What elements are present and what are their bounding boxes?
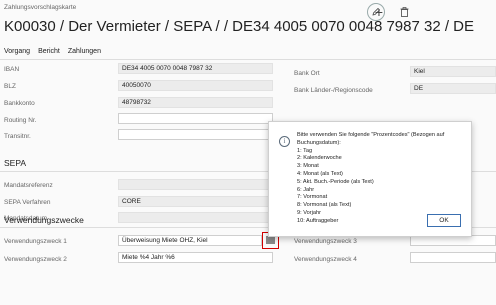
zweck3-label: Verwendungszweck 3 [294,238,357,245]
zweck1-field[interactable]: Überweisung Miete OHZ, Kiel [118,235,262,246]
trash-icon[interactable] [395,3,413,21]
routing-label: Routing Nr. [4,117,37,124]
zweck4-label: Verwendungszweck 4 [294,256,357,263]
bank-ort-label: Bank Ort [294,70,320,77]
page-label: Zahlungsvorschlagskarte [4,4,77,11]
ellipsis-icon [266,236,275,244]
zweck4-field[interactable] [410,252,496,263]
add-plus-icon[interactable]: + [370,3,388,21]
info-dialog: i Bitte verwenden Sie folgende "Prozentc… [268,121,472,237]
bankkonto-field[interactable]: 48798732 [118,97,273,108]
iban-field[interactable]: DE34 4005 0070 0048 7987 32 [118,63,273,74]
plus-symbol: + [374,4,384,20]
zweck1-label: Verwendungszweck 1 [4,238,67,245]
dialog-line: 5: Akt. Buch.-Periode (als Text) [297,178,374,185]
verwendung-heading: Verwendungszwecke [4,215,84,225]
blz-field[interactable]: 40050070 [118,80,273,91]
bank-laender-label: Bank Länder-/Regionscode [294,87,373,94]
dialog-line: 3: Monat [297,163,319,170]
iban-label: IBAN [4,66,20,73]
bankkonto-label: Bankkonto [4,100,35,107]
action-zahlungen[interactable]: Zahlungen [68,48,101,55]
mandatsreferenz-field[interactable] [118,179,273,190]
mandatsreferenz-label: Mandatsreferenz [4,182,53,189]
sepa-verfahren-field[interactable]: CORE [118,196,273,207]
sepa-verfahren-label: SEPA Verfahren [4,199,51,206]
dialog-message: Bitte verwenden Sie folgende "Prozentcod… [297,132,467,226]
dialog-line: 2: Kalenderwoche [297,155,342,162]
dialog-line: 4: Monat (als Text) [297,170,343,177]
action-bar: Vorgang Bericht Zahlungen [4,48,101,55]
zweck2-label: Verwendungszweck 2 [4,256,67,263]
action-vorgang[interactable]: Vorgang [4,48,30,55]
dialog-line: Bitte verwenden Sie folgende "Prozentcod… [297,132,445,138]
dialog-line: 8: Vormonat (als Text) [297,202,352,209]
bank-ort-field[interactable]: Kiel [410,66,496,77]
dialog-line: 1: Tag [297,147,313,154]
info-icon: i [279,136,290,147]
transit-label: Transitnr. [4,133,31,140]
action-bericht[interactable]: Bericht [38,48,60,55]
divider [0,59,496,60]
ok-button[interactable]: OK [427,214,461,227]
blz-label: BLZ [4,83,16,90]
routing-field[interactable] [118,113,273,124]
sepa-heading: SEPA [4,158,27,168]
dialog-line: 6: Jahr [297,186,315,193]
mandatsdatum-field[interactable] [118,212,273,223]
dialog-line: Buchungsdatum): [297,139,341,146]
transit-field[interactable] [118,129,273,140]
bank-laender-field[interactable]: DE [410,83,496,94]
dialog-line: 7: Vormonat [297,194,328,201]
zweck2-field[interactable]: Miete %4 Jahr %6 [118,252,273,263]
